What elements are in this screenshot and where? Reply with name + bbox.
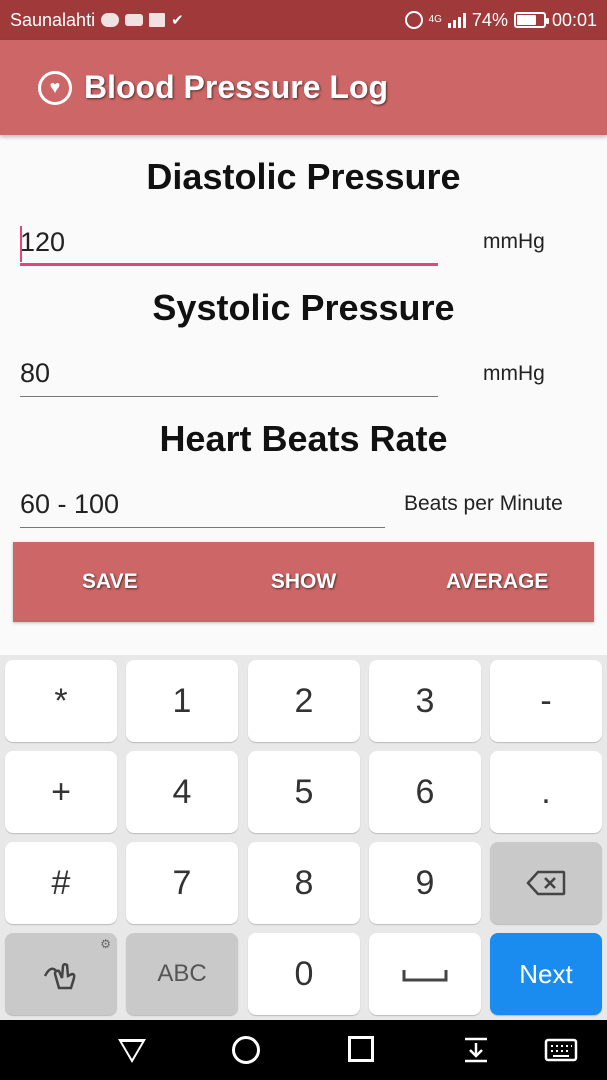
systolic-input[interactable]: 80 <box>20 353 438 397</box>
space-key[interactable] <box>369 933 481 1015</box>
systolic-value: 80 <box>20 358 51 388</box>
keyboard-glyph <box>544 1038 578 1062</box>
systolic-title: Systolic Pressure <box>152 287 455 328</box>
abc-key[interactable]: ABC <box>126 933 238 1015</box>
key-2[interactable]: 2 <box>248 660 360 742</box>
diastolic-row: 120 <box>20 222 438 266</box>
key-1[interactable]: 1 <box>126 660 238 742</box>
app-bar: ♥ Blood Pressure Log <box>0 40 607 135</box>
heart-rate-row: 60 - 100 <box>20 484 385 528</box>
key-7[interactable]: 7 <box>126 842 238 924</box>
app-title: Blood Pressure Log <box>84 69 389 105</box>
backspace-key[interactable] <box>490 842 602 924</box>
key-0[interactable]: 0 <box>248 933 360 1015</box>
battery-fill <box>516 15 536 25</box>
diastolic-unit: mmHg <box>483 230 545 253</box>
handwriting-key[interactable]: ⚙ <box>5 933 117 1015</box>
back-icon[interactable] <box>118 1039 146 1067</box>
navigation-bar <box>0 1020 607 1080</box>
battery-percent: 74% <box>471 9 508 30</box>
heart-rate-value: 60 - 100 <box>20 489 120 519</box>
notification-pull-icon[interactable] <box>462 1036 490 1064</box>
battery-icon <box>513 12 549 28</box>
diastolic-input[interactable]: 120 <box>20 222 438 266</box>
youtube-icon <box>125 14 144 26</box>
average-button[interactable]: AVERAGE <box>400 542 594 622</box>
pull-down-glyph <box>465 1037 487 1063</box>
message-icon <box>101 13 120 27</box>
key-4[interactable]: 4 <box>126 751 238 833</box>
keyboard-switch-icon[interactable] <box>544 1036 578 1064</box>
clock: 00:01 <box>551 9 597 30</box>
key-3[interactable]: 3 <box>369 660 481 742</box>
heart-rate-underline <box>20 527 385 528</box>
save-button[interactable]: SAVE <box>13 542 207 622</box>
key-dot[interactable]: . <box>490 751 602 833</box>
handwriting-icon <box>43 962 76 990</box>
heart-rate-unit: Beats per Minute <box>404 492 563 515</box>
action-button-bar: SAVE SHOW AVERAGE <box>13 542 594 622</box>
key-5[interactable]: 5 <box>248 751 360 833</box>
backspace-icon <box>526 870 566 896</box>
diastolic-value: 120 <box>20 227 66 257</box>
next-key[interactable]: Next <box>490 933 602 1015</box>
key-minus[interactable]: - <box>490 660 602 742</box>
recents-icon[interactable] <box>348 1036 376 1064</box>
signal-icon <box>447 12 466 28</box>
space-icon <box>402 970 448 982</box>
key-8[interactable]: 8 <box>248 842 360 924</box>
alarm-icon <box>404 11 423 29</box>
numeric-keyboard: * 1 2 3 - + 4 5 6 . # 7 8 9 ⚙ ABC 0 Next <box>0 655 607 1020</box>
network-type: 4G <box>428 14 442 25</box>
heart-rate-input[interactable]: 60 - 100 <box>20 484 385 528</box>
diastolic-title: Diastolic Pressure <box>146 156 461 197</box>
settings-gear-icon: ⚙ <box>100 937 111 951</box>
diastolic-underline <box>20 263 438 266</box>
show-button[interactable]: SHOW <box>207 542 401 622</box>
text-cursor <box>20 226 22 262</box>
mail-icon <box>149 13 166 27</box>
carrier-label: Saunalahti <box>10 9 96 30</box>
status-right: 4G 74% 00:01 <box>404 9 597 31</box>
systolic-row: 80 <box>20 353 438 397</box>
key-asterisk[interactable]: * <box>5 660 117 742</box>
key-hash[interactable]: # <box>5 842 117 924</box>
home-icon[interactable] <box>232 1036 260 1064</box>
key-9[interactable]: 9 <box>369 842 481 924</box>
systolic-underline <box>20 396 438 397</box>
notification-check-icon: ✔ <box>171 11 184 29</box>
systolic-unit: mmHg <box>483 362 545 385</box>
heart-icon: ♥ <box>38 70 72 105</box>
status-left: Saunalahti ✔ <box>10 10 184 31</box>
status-bar: Saunalahti ✔ 4G 74% 00:01 <box>0 0 607 40</box>
heart-rate-title: Heart Beats Rate <box>159 418 448 459</box>
key-6[interactable]: 6 <box>369 751 481 833</box>
key-plus[interactable]: + <box>5 751 117 833</box>
